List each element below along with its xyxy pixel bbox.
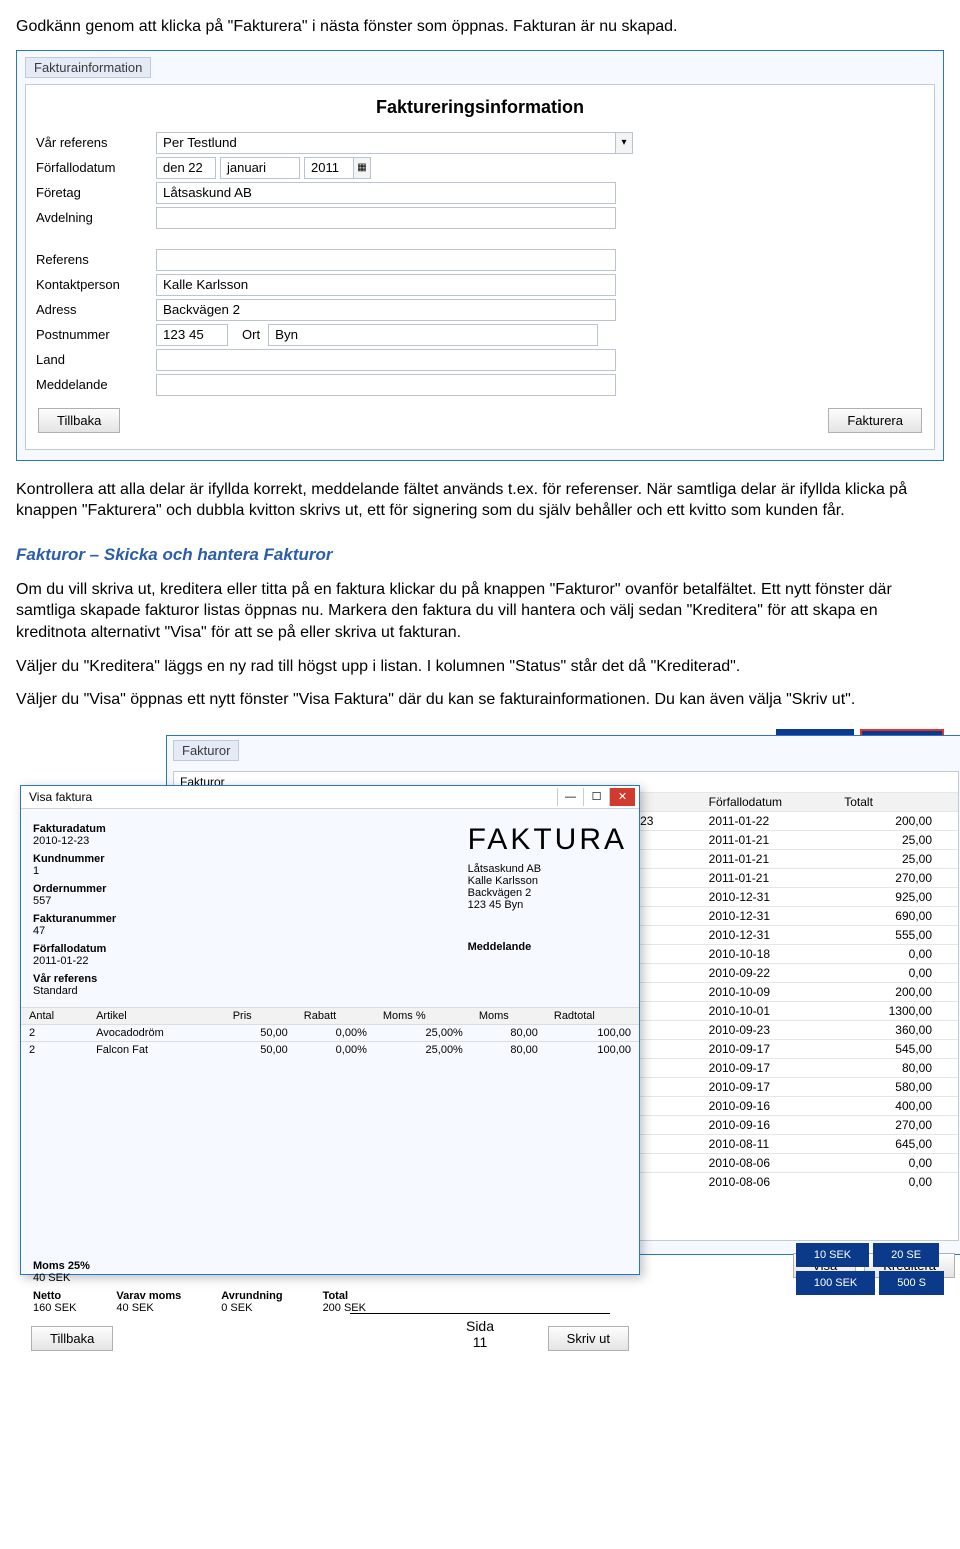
lbl-total: Total xyxy=(323,1290,366,1302)
visa-titlebar: Visa faktura — ☐ ✕ xyxy=(21,786,639,809)
faktura-heading: FAKTURA xyxy=(468,823,627,857)
moms-block: Moms 25% 40 SEK xyxy=(21,1258,639,1286)
label-adress: Adress xyxy=(36,302,156,317)
lbl-kundnummer: Kundnummer xyxy=(33,853,116,865)
meddelande-input[interactable] xyxy=(156,374,616,396)
val-avrundning: 0 SEK xyxy=(221,1302,282,1314)
vcol-moms: Moms xyxy=(471,1007,546,1024)
panel-inner: Faktureringsinformation Vår referens ▾ F… xyxy=(25,84,935,450)
blue-strip: 10 SEK 20 SE 100 SEK 500 S xyxy=(796,1243,944,1295)
col-forfallodatum[interactable]: Förfallodatum xyxy=(703,792,839,811)
addr-line-2: Kalle Karlsson xyxy=(468,875,627,887)
label-land: Land xyxy=(36,352,156,367)
lbl-moms25: Moms 25% xyxy=(33,1260,627,1272)
lbl-fakturanummer: Fakturanummer xyxy=(33,913,116,925)
val-fakturadatum: 2010-12-23 xyxy=(33,835,116,847)
label-var-referens: Vår referens xyxy=(36,135,156,150)
totals-row: Netto160 SEK Varav moms40 SEK Avrundning… xyxy=(21,1286,639,1318)
table-row: 2Falcon Fat50,000,00%25,00%80,00100,00 xyxy=(21,1041,639,1058)
group-title: Faktureringsinformation xyxy=(36,97,924,118)
label-ort: Ort xyxy=(242,327,260,342)
body-paragraph-4: Väljer du "Visa" öppnas ett nytt fönster… xyxy=(16,689,944,711)
lbl-forfallodatum: Förfallodatum xyxy=(33,943,116,955)
visa-faktura-window: Visa faktura — ☐ ✕ Fakturadatum 2010-12-… xyxy=(20,785,640,1275)
lbl-netto: Netto xyxy=(33,1290,76,1302)
val-ordernummer: 557 xyxy=(33,895,116,907)
check-paragraph: Kontrollera att alla delar är ifyllda ko… xyxy=(16,479,944,522)
chevron-down-icon[interactable]: ▾ xyxy=(615,132,633,154)
visa-table-spacer xyxy=(21,1058,639,1258)
postnummer-input[interactable] xyxy=(156,324,228,346)
visa-title-text: Visa faktura xyxy=(29,790,92,804)
addr-line-4: 123 45 Byn xyxy=(468,899,627,911)
body-paragraph-3: Väljer du "Kreditera" läggs en ny rad ti… xyxy=(16,656,944,678)
vcol-rabatt: Rabatt xyxy=(296,1007,375,1024)
col-totalt[interactable]: Totalt xyxy=(838,792,958,811)
val-kundnummer: 1 xyxy=(33,865,116,877)
referens-input[interactable] xyxy=(156,249,616,271)
lbl-ordernummer: Ordernummer xyxy=(33,883,116,895)
addr-line-1: Låtsaskund AB xyxy=(468,863,627,875)
label-avdelning: Avdelning xyxy=(36,210,156,225)
bcell-4[interactable]: 500 S xyxy=(879,1271,944,1295)
label-foretag: Företag xyxy=(36,185,156,200)
panel-title: Fakturainformation xyxy=(25,57,151,78)
visa-meta-right: FAKTURA Låtsaskund AB Kalle Karlsson Bac… xyxy=(468,817,627,997)
bcell-3[interactable]: 100 SEK xyxy=(796,1271,875,1295)
lbl-fakturadatum: Fakturadatum xyxy=(33,823,116,835)
fakturainformation-window: Fakturainformation Faktureringsinformati… xyxy=(16,50,944,461)
vcol-antal: Antal xyxy=(21,1007,88,1024)
label-forfallodatum: Förfallodatum xyxy=(36,160,156,175)
val-forfallodatum: 2011-01-22 xyxy=(33,955,116,967)
visa-meta-left: Fakturadatum 2010-12-23 Kundnummer 1 Ord… xyxy=(33,817,116,997)
lbl-var-referens: Vår referens xyxy=(33,973,116,985)
visa-tillbaka-button[interactable]: Tillbaka xyxy=(31,1326,113,1351)
val-moms25: 40 SEK xyxy=(33,1272,627,1284)
val-total: 200 SEK xyxy=(323,1302,366,1314)
fakturor-window-title: Fakturor xyxy=(173,740,239,761)
val-var-referens: Standard xyxy=(33,985,116,997)
ort-input[interactable] xyxy=(268,324,598,346)
avdelning-input[interactable] xyxy=(156,207,616,229)
minimize-icon[interactable]: — xyxy=(557,788,583,806)
kontaktperson-input[interactable] xyxy=(156,274,616,296)
lbl-avrundning: Avrundning xyxy=(221,1290,282,1302)
val-netto: 160 SEK xyxy=(33,1302,76,1314)
foretag-input[interactable] xyxy=(156,182,616,204)
vcol-momsp: Moms % xyxy=(375,1007,471,1024)
bcell-2[interactable]: 20 SE xyxy=(873,1243,939,1267)
lbl-meddelande: Meddelande xyxy=(468,941,627,953)
addr-line-3: Backvägen 2 xyxy=(468,887,627,899)
lbl-varavmoms: Varav moms xyxy=(116,1290,181,1302)
var-referens-input[interactable] xyxy=(156,132,616,154)
visa-body: Fakturadatum 2010-12-23 Kundnummer 1 Ord… xyxy=(21,809,639,997)
forfallo-month[interactable]: januari xyxy=(220,157,300,179)
fakturera-button[interactable]: Fakturera xyxy=(828,408,922,433)
lower-screenshot-area: RT-UTTAG FAKTUROR Fakturor Fakturor Fakt… xyxy=(16,725,944,1295)
label-postnummer: Postnummer xyxy=(36,327,156,342)
val-fakturanummer: 47 xyxy=(33,925,116,937)
adress-input[interactable] xyxy=(156,299,616,321)
forfallo-year[interactable]: 2011 xyxy=(304,157,354,179)
label-meddelande: Meddelande xyxy=(36,377,156,392)
calendar-icon[interactable]: ▦ xyxy=(353,157,371,179)
label-referens: Referens xyxy=(36,252,156,267)
section-heading: Fakturor – Skicka och hantera Fakturor xyxy=(16,544,944,567)
label-kontaktperson: Kontaktperson xyxy=(36,277,156,292)
table-row: 2Avocadodröm50,000,00%25,00%80,00100,00 xyxy=(21,1024,639,1041)
vcol-artikel: Artikel xyxy=(88,1007,225,1024)
skriv-ut-button[interactable]: Skriv ut xyxy=(548,1326,629,1351)
maximize-icon[interactable]: ☐ xyxy=(583,788,609,806)
visa-line-table: Antal Artikel Pris Rabatt Moms % Moms Ra… xyxy=(21,1007,639,1058)
val-varavmoms: 40 SEK xyxy=(116,1302,181,1314)
close-icon[interactable]: ✕ xyxy=(609,788,635,806)
land-input[interactable] xyxy=(156,349,616,371)
forfallo-day[interactable]: den 22 xyxy=(156,157,216,179)
intro-paragraph: Godkänn genom att klicka på "Fakturera" … xyxy=(16,16,944,38)
bcell-1[interactable]: 10 SEK xyxy=(796,1243,869,1267)
tillbaka-button[interactable]: Tillbaka xyxy=(38,408,120,433)
body-paragraph-2: Om du vill skriva ut, kreditera eller ti… xyxy=(16,579,944,644)
vcol-pris: Pris xyxy=(225,1007,296,1024)
vcol-radtotal: Radtotal xyxy=(546,1007,639,1024)
